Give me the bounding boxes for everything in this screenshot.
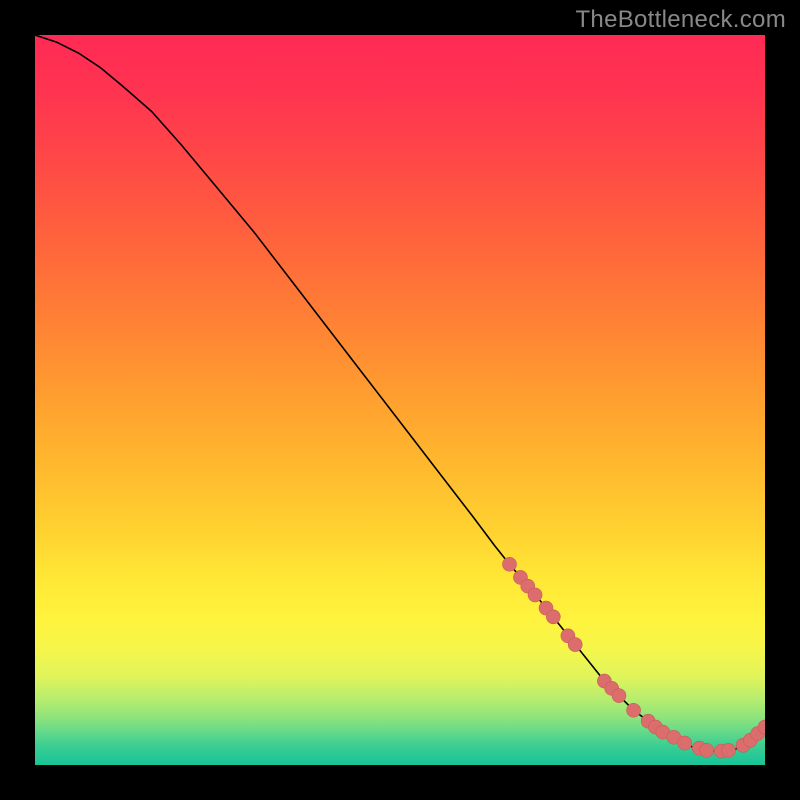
- marker-point: [700, 743, 714, 757]
- marker-point: [528, 588, 542, 602]
- plot-background: [35, 35, 765, 765]
- marker-point: [546, 610, 560, 624]
- chart-frame: TheBottleneck.com: [0, 0, 800, 800]
- marker-point: [612, 689, 626, 703]
- chart-svg: [35, 35, 765, 765]
- marker-point: [503, 557, 517, 571]
- marker-point: [627, 703, 641, 717]
- marker-point: [568, 638, 582, 652]
- watermark-text: TheBottleneck.com: [575, 6, 786, 34]
- marker-point: [678, 736, 692, 750]
- marker-point: [722, 743, 736, 757]
